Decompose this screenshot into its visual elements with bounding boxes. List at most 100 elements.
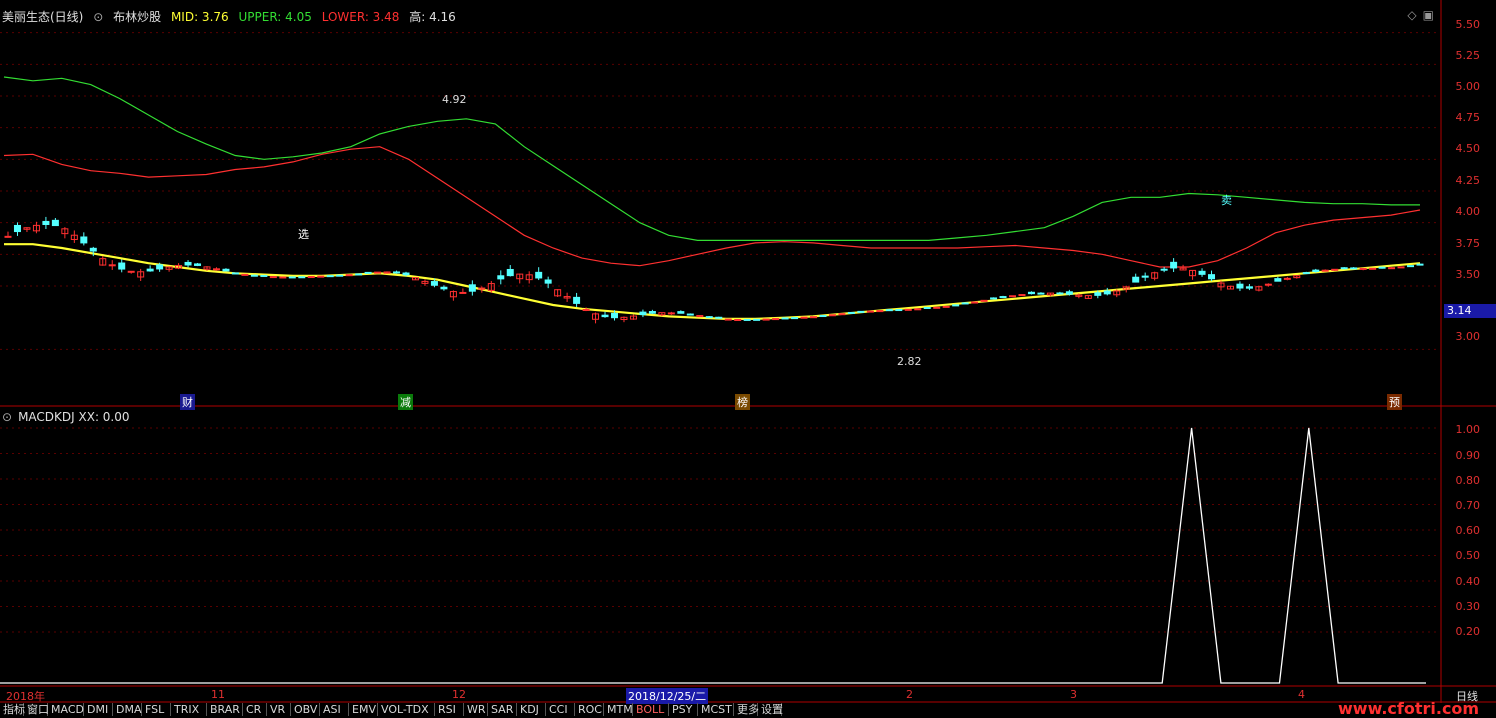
tab-mtm[interactable]: MTM bbox=[604, 703, 633, 716]
sub-indicator-label[interactable]: MACDKDJ XX: 0.00 bbox=[18, 410, 129, 424]
sub-tick-0-30: 0.30 bbox=[1455, 600, 1481, 613]
candle-body bbox=[1027, 291, 1035, 295]
tab-dma[interactable]: DMA bbox=[113, 703, 142, 716]
tab-vol-tdx[interactable]: VOL-TDX bbox=[378, 703, 435, 716]
candle-body bbox=[118, 262, 126, 270]
candle-body bbox=[971, 301, 979, 304]
candle-body bbox=[686, 313, 694, 316]
candle-body bbox=[904, 308, 912, 311]
price-tick-5-50: 5.50 bbox=[1455, 18, 1481, 31]
candle-body bbox=[279, 276, 287, 279]
band-upper bbox=[3, 76, 1420, 241]
sub-toggle-icon[interactable]: ⊙ bbox=[2, 410, 12, 424]
tab-更多[interactable]: 更多 bbox=[734, 703, 759, 716]
candle-body bbox=[13, 224, 21, 233]
window-controls: ◇ ▣ bbox=[1407, 8, 1440, 22]
candle-body bbox=[705, 316, 713, 319]
tab-trix[interactable]: TRIX bbox=[171, 703, 207, 716]
date-label-12: 12 bbox=[452, 688, 466, 701]
date-label-11: 11 bbox=[211, 688, 225, 701]
indicator-name[interactable]: 布林炒股 bbox=[113, 10, 161, 24]
mid-value: MID: 3.76 bbox=[170, 10, 229, 24]
candle-body bbox=[762, 318, 770, 321]
candle-body bbox=[838, 313, 846, 316]
candle-body bbox=[374, 271, 382, 274]
date-label-4: 4 bbox=[1298, 688, 1305, 701]
candle-body bbox=[743, 318, 751, 321]
candle-body bbox=[364, 271, 372, 274]
event-tag-jian[interactable]: 减 bbox=[398, 394, 413, 410]
tab-mcst[interactable]: MCST bbox=[698, 703, 734, 716]
tab-cr[interactable]: CR bbox=[243, 703, 267, 716]
candle-body bbox=[194, 263, 202, 266]
candle-body bbox=[1094, 292, 1102, 296]
candle-body bbox=[753, 318, 761, 321]
tab-obv[interactable]: OBV bbox=[291, 703, 320, 716]
sell-signal: 卖 bbox=[1221, 194, 1232, 207]
candle-body bbox=[980, 299, 988, 302]
candle-body bbox=[4, 235, 12, 238]
candle-body bbox=[999, 296, 1007, 299]
candle-body bbox=[1141, 275, 1149, 278]
event-tag-bang[interactable]: 榜 bbox=[735, 394, 750, 410]
diamond-icon[interactable]: ◇ bbox=[1407, 8, 1416, 22]
candle-body bbox=[468, 284, 476, 292]
candle-body bbox=[942, 305, 950, 308]
candle-body bbox=[345, 274, 353, 277]
candle-body bbox=[1350, 267, 1358, 270]
sub-tick-0-70: 0.70 bbox=[1455, 499, 1481, 512]
candle-body bbox=[497, 275, 505, 280]
candle-body bbox=[1397, 266, 1405, 269]
candle-body bbox=[573, 296, 581, 304]
tab-macd[interactable]: MACD bbox=[48, 703, 84, 716]
event-tag-cai[interactable]: 财 bbox=[180, 394, 195, 410]
maximize-icon[interactable]: ▣ bbox=[1423, 8, 1434, 22]
candle-body bbox=[1065, 291, 1073, 295]
sub-tick-0-50: 0.50 bbox=[1455, 549, 1481, 562]
tab-设置[interactable]: 设置 bbox=[758, 703, 783, 716]
event-tag-yu[interactable]: 预 bbox=[1387, 394, 1402, 410]
tab-dmi[interactable]: DMI bbox=[84, 703, 113, 716]
tab-asi[interactable]: ASI bbox=[320, 703, 349, 716]
candle-body bbox=[961, 302, 969, 305]
tab-指标[interactable]: 指标 bbox=[0, 703, 25, 716]
candle-body bbox=[336, 274, 344, 277]
date-label-2018: 2018年 bbox=[6, 690, 45, 703]
candle-body bbox=[734, 319, 742, 322]
candle-body bbox=[724, 318, 732, 321]
tab-emv[interactable]: EMV bbox=[349, 703, 378, 716]
candle-body bbox=[108, 264, 116, 267]
candle-body bbox=[1198, 270, 1206, 275]
tab-fsl[interactable]: FSL bbox=[142, 703, 171, 716]
candle-body bbox=[89, 247, 97, 252]
candle-body bbox=[800, 316, 808, 319]
stock-name[interactable]: 美丽生态(日线) bbox=[2, 10, 83, 24]
sub-tick-0-40: 0.40 bbox=[1455, 575, 1481, 588]
candle-body bbox=[639, 311, 647, 316]
watermark: www.cfotri.com bbox=[1338, 699, 1480, 718]
tab-kdj[interactable]: KDJ bbox=[517, 703, 546, 716]
tab-wr[interactable]: WR bbox=[464, 703, 488, 716]
tab-vr[interactable]: VR bbox=[267, 703, 291, 716]
tab-roc[interactable]: ROC bbox=[575, 703, 604, 716]
candle-body bbox=[1340, 267, 1348, 270]
tab-boll[interactable]: BOLL bbox=[633, 703, 669, 716]
indicator-toggle-icon[interactable]: ⊙ bbox=[93, 10, 103, 24]
price-tick-3-75: 3.75 bbox=[1455, 237, 1481, 250]
band-lower bbox=[3, 146, 1421, 268]
tab-psy[interactable]: PSY bbox=[669, 703, 698, 716]
tab-窗口[interactable]: 窗口 bbox=[24, 703, 49, 716]
tab-sar[interactable]: SAR bbox=[488, 703, 517, 716]
select-signal: 选 bbox=[298, 228, 309, 241]
tab-rsi[interactable]: RSI bbox=[435, 703, 464, 716]
candle-body bbox=[582, 308, 590, 311]
tab-brar[interactable]: BRAR bbox=[207, 703, 243, 716]
candle-body bbox=[402, 272, 410, 276]
candle-body bbox=[847, 311, 855, 314]
candle-body bbox=[990, 297, 998, 300]
candle-body bbox=[1274, 278, 1282, 282]
current-price-tag: 3.14 bbox=[1444, 304, 1496, 318]
candle-body bbox=[80, 236, 88, 244]
chart-canvas[interactable] bbox=[0, 0, 1496, 716]
tab-cci[interactable]: CCI bbox=[546, 703, 575, 716]
